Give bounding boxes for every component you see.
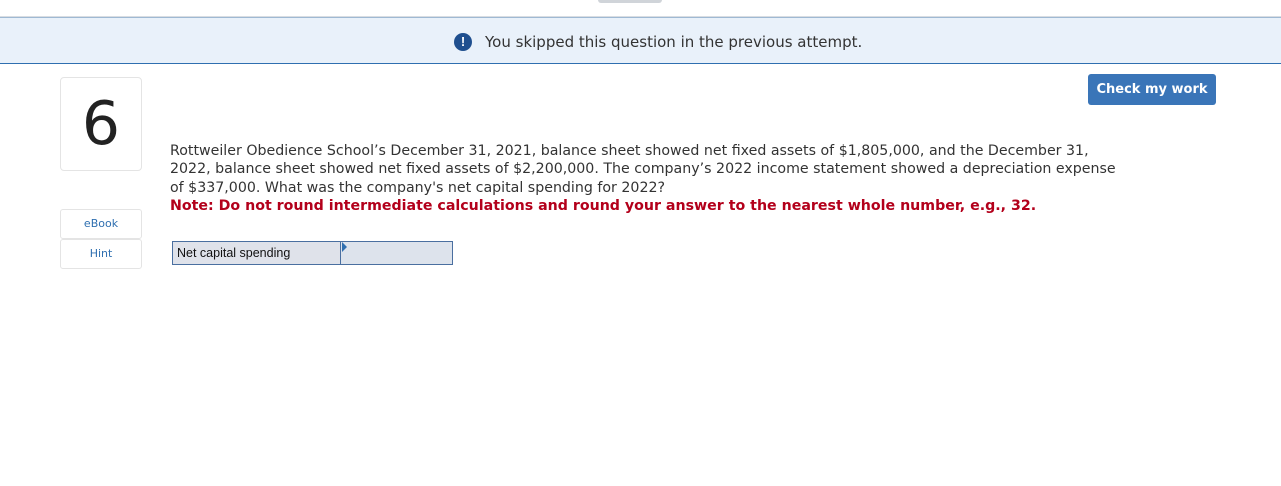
net-capital-spending-input[interactable]	[341, 242, 452, 264]
notice-content: ! You skipped this question in the previ…	[454, 33, 862, 51]
answer-label: Net capital spending	[173, 242, 341, 264]
rounding-note: Note: Do not round intermediate calculat…	[170, 198, 1037, 215]
notice-text: You skipped this question in the previou…	[485, 33, 863, 51]
ebook-button[interactable]: eBook	[60, 209, 142, 239]
answer-table: Net capital spending	[172, 241, 453, 265]
hint-button[interactable]: Hint	[60, 239, 142, 269]
check-my-work-button[interactable]: Check my work	[1088, 74, 1216, 105]
question-text: Rottweiler Obedience School’s December 3…	[170, 142, 1130, 216]
input-flag-icon	[342, 242, 347, 252]
exclamation-circle-icon: !	[454, 33, 472, 51]
question-number: 6	[60, 77, 142, 171]
skipped-notice-bar: ! You skipped this question in the previ…	[0, 17, 1281, 64]
top-tab-handle	[598, 0, 662, 3]
question-body: Rottweiler Obedience School’s December 3…	[170, 143, 1116, 196]
